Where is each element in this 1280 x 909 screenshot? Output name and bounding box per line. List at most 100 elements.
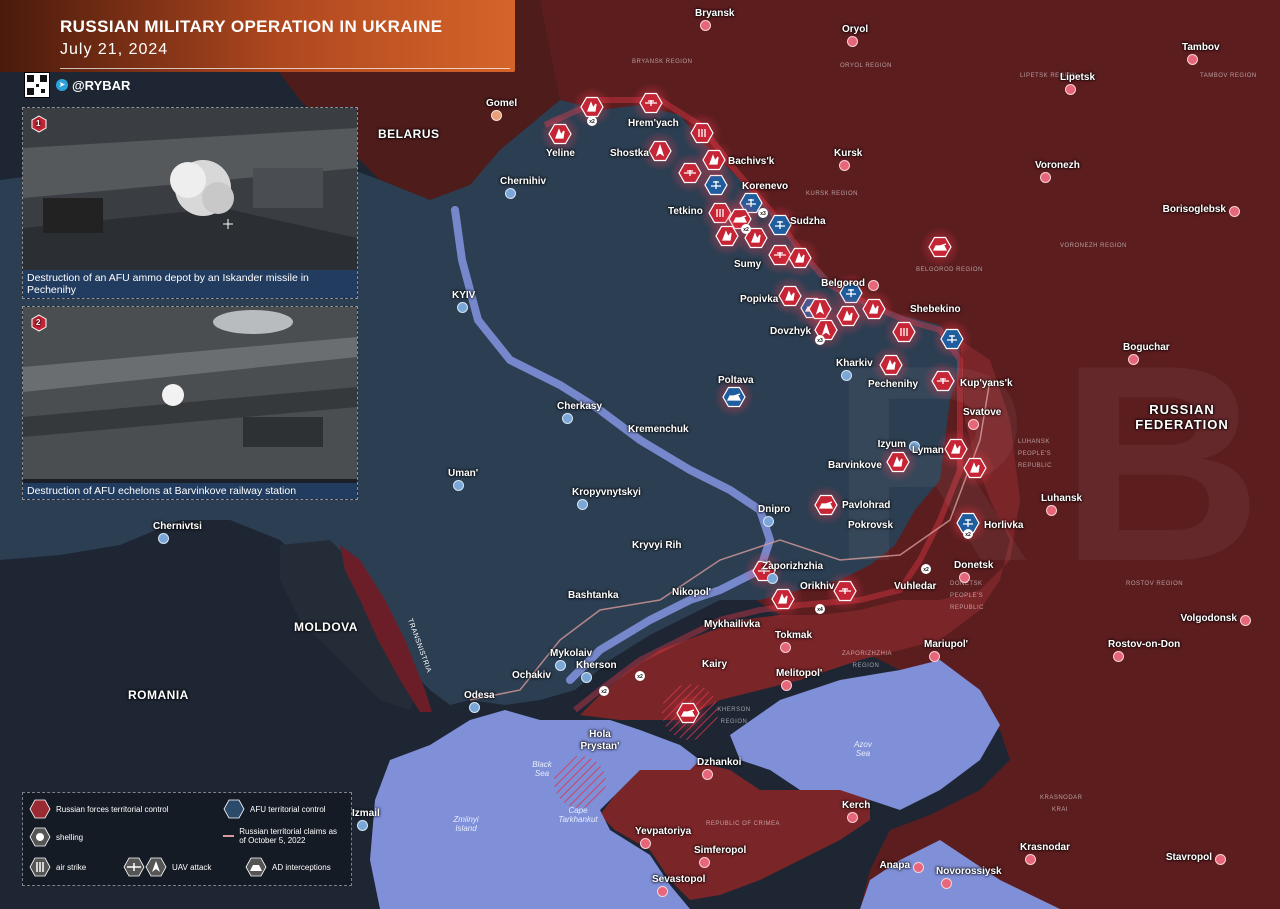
city-pin-donetsk bbox=[959, 572, 970, 583]
panel-2-number: 2 bbox=[36, 318, 41, 327]
marker-count-label: x4 bbox=[817, 607, 823, 613]
city-pin-zaporizhzhia bbox=[767, 573, 778, 584]
city-pin-dzhankoi bbox=[702, 769, 713, 780]
city-label-boguchar: Boguchar bbox=[1123, 342, 1170, 353]
city-label-kropyvnytskyi: Kropyvnytskyi bbox=[572, 487, 641, 498]
event-marker-shelling[interactable] bbox=[763, 579, 803, 619]
front-label-ochakiv: Ochakiv bbox=[512, 670, 551, 681]
front-label-shebekino: Shebekino bbox=[910, 304, 961, 315]
city-label-tambov: Tambov bbox=[1182, 42, 1220, 53]
city-label-svatove: Svatove bbox=[963, 407, 1002, 418]
city-pin-borisoglebsk bbox=[1229, 206, 1240, 217]
channel-handle[interactable]: @RYBAR bbox=[72, 78, 130, 93]
region-crimea: REPUBLIC OF CRIMEA bbox=[706, 821, 781, 827]
legend-ad-interceptions-label: AD interceptions bbox=[272, 862, 331, 872]
front-label-vuhledar: Vuhledar bbox=[894, 581, 937, 592]
photo-panel-2[interactable]: 2 Destruction of AFU echelons at Barvink… bbox=[22, 306, 358, 500]
legend-shelling-label: shelling bbox=[56, 832, 84, 842]
city-pin-tokmak bbox=[780, 642, 791, 653]
city-label-volgodonsk: Volgodonsk bbox=[1180, 613, 1237, 624]
city-pin-dnipro bbox=[763, 516, 774, 527]
city-pin-cherkasy bbox=[562, 413, 573, 424]
legend-air-strike-label: air strike bbox=[56, 862, 87, 872]
event-marker-uav[interactable] bbox=[670, 153, 710, 193]
brand-block[interactable]: ➤ @RYBAR bbox=[24, 72, 159, 98]
city-pin-bryansk bbox=[700, 20, 711, 31]
legend-air-strike: air strike bbox=[29, 857, 86, 877]
marker-count-badge: x2 bbox=[963, 529, 973, 539]
region-krasnodar: KRASNODAR KRAI bbox=[1040, 795, 1083, 813]
marker-count-badge: x3 bbox=[815, 335, 825, 345]
city-pin-kropyvnytskyi bbox=[577, 499, 588, 510]
city-pin-boguchar bbox=[1128, 354, 1139, 365]
label-azov-sea: Azov Sea bbox=[854, 740, 872, 758]
city-label-voronezh: Voronezh bbox=[1035, 160, 1080, 171]
label-belarus: BELARUS bbox=[378, 127, 440, 141]
front-label-orikhiv: Orikhiv bbox=[800, 581, 835, 592]
city-pin-simferopol bbox=[699, 857, 710, 868]
qr-code-icon[interactable] bbox=[24, 72, 50, 98]
region-donetsk: DONETSK PEOPLE'S REPUBLIC bbox=[950, 581, 985, 611]
event-marker-tank[interactable] bbox=[806, 485, 846, 525]
region-rostov: ROSTOV REGION bbox=[1126, 581, 1184, 587]
header-divider bbox=[60, 68, 510, 69]
report-date: July 21, 2024 bbox=[60, 41, 169, 58]
city-label-uman: Uman' bbox=[448, 468, 479, 479]
front-label-poltava: Poltava bbox=[718, 375, 754, 386]
label-russia: RUSSIAN FEDERATION bbox=[1135, 402, 1229, 432]
front-label-lyman: Lyman bbox=[912, 445, 944, 456]
city-label-kursk: Kursk bbox=[834, 148, 863, 159]
event-marker-uav[interactable] bbox=[631, 83, 671, 123]
marker-count-label: x2 bbox=[743, 227, 749, 233]
front-label-hremyach: Hrem'yach bbox=[628, 118, 679, 129]
marker-count-badge: x4 bbox=[815, 604, 825, 614]
city-label-oryol: Oryol bbox=[842, 24, 869, 35]
region-voronezh: VORONEZH REGION bbox=[1060, 243, 1127, 249]
label-zmiinyi-island: Zmiinyi Island bbox=[453, 815, 479, 833]
city-label-tokmak: Tokmak bbox=[775, 630, 813, 641]
telegram-icon[interactable]: ➤ bbox=[56, 79, 68, 91]
city-label-luhansk: Luhansk bbox=[1041, 493, 1083, 504]
event-marker-tank[interactable] bbox=[920, 227, 960, 267]
event-marker-tank[interactable] bbox=[668, 693, 708, 733]
city-label-dzhankoi: Dzhankoi bbox=[697, 757, 742, 768]
city-pin-kharkiv bbox=[841, 370, 852, 381]
front-label-kryvyi-rih: Kryvyi Rih bbox=[632, 540, 682, 551]
thermal-photo-1 bbox=[23, 108, 357, 273]
photo-panel-1[interactable]: 1 Destruction of an AFU ammo depot by an… bbox=[22, 107, 358, 299]
marker-count-label: x2 bbox=[637, 674, 643, 680]
city-pin-belgorod bbox=[868, 280, 879, 291]
event-marker-ad[interactable] bbox=[932, 319, 972, 359]
marker-count-label: x3 bbox=[760, 211, 766, 217]
front-label-tetkino: Tetkino bbox=[668, 206, 703, 217]
city-label-odesa: Odesa bbox=[464, 690, 495, 701]
city-pin-melitopol bbox=[781, 680, 792, 691]
city-pin-tambov bbox=[1187, 54, 1198, 65]
label-black-sea: Black Sea bbox=[532, 760, 552, 778]
region-kursk: KURSK REGION bbox=[806, 191, 859, 197]
marker-count-label: x3 bbox=[817, 338, 823, 344]
front-label-pechenihy: Pechenihy bbox=[868, 379, 919, 390]
city-pin-svatove bbox=[968, 419, 979, 430]
front-label-popivka: Popivka bbox=[740, 294, 779, 305]
region-zaporizhzhia: ZAPORIZHZHIA REGION bbox=[842, 651, 893, 669]
city-label-simferopol: Simferopol bbox=[694, 845, 747, 856]
city-pin-stavropol bbox=[1215, 854, 1226, 865]
front-label-pavlohrad: Pavlohrad bbox=[842, 500, 891, 511]
city-label-bryansk: Bryansk bbox=[695, 8, 735, 19]
city-pin-novorossiysk bbox=[941, 878, 952, 889]
front-label-kremenchuk: Kremenchuk bbox=[628, 424, 689, 435]
panel-1-caption: Destruction of an AFU ammo depot by an I… bbox=[23, 270, 357, 298]
event-marker-shelling[interactable] bbox=[780, 238, 820, 278]
event-marker-missile[interactable] bbox=[806, 310, 846, 350]
event-marker-uav[interactable] bbox=[923, 361, 963, 401]
front-label-dovzhyk: Dovzhyk bbox=[770, 326, 812, 337]
city-pin-chernivtsi bbox=[158, 533, 169, 544]
city-label-chernivtsi: Chernivtsi bbox=[153, 521, 202, 532]
marker-count-badge: x2 bbox=[599, 686, 609, 696]
label-cape-tarkhankut: Cape Tarkhankut bbox=[558, 806, 598, 824]
event-marker-shelling[interactable] bbox=[955, 448, 995, 488]
city-label-krasnodar: Krasnodar bbox=[1020, 842, 1071, 853]
region-luhansk: LUHANSK PEOPLE'S REPUBLIC bbox=[1018, 439, 1053, 469]
front-label-bachivsk: Bachivs'k bbox=[728, 156, 775, 167]
